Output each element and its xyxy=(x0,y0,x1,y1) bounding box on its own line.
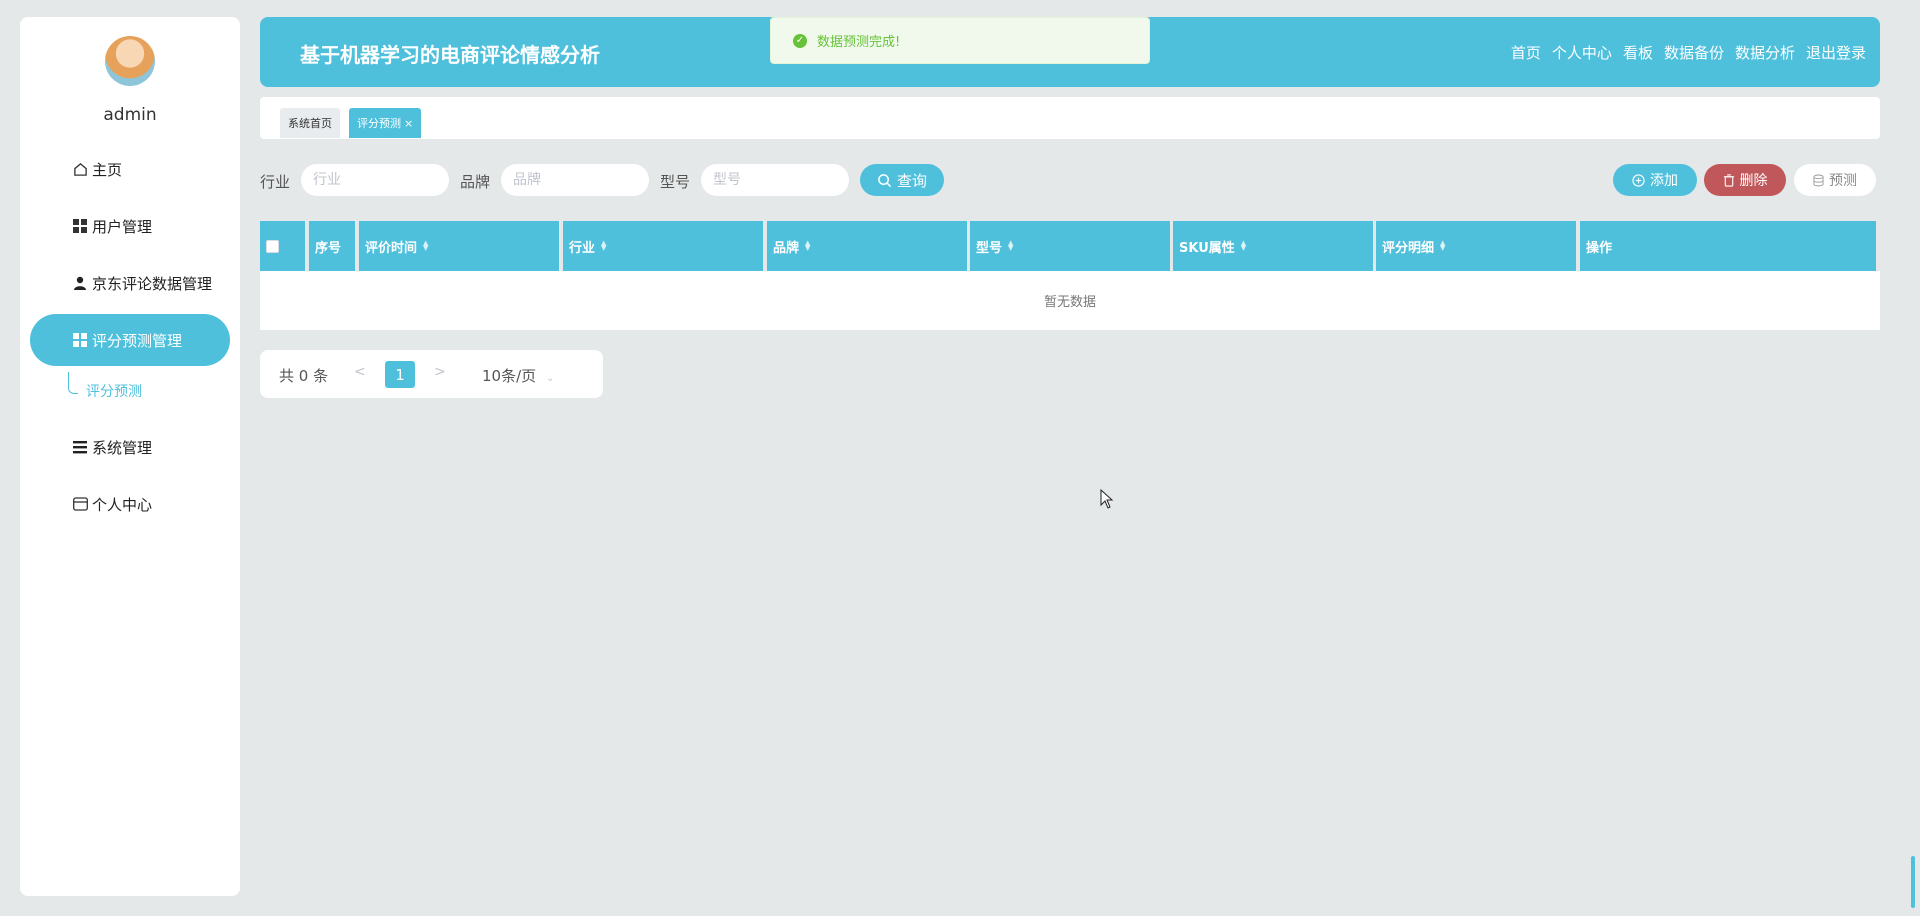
sidebar-item-label: 用户管理 xyxy=(92,217,153,236)
column-label: 操作 xyxy=(1586,240,1613,256)
sort-icon[interactable]: ▲ ▼ xyxy=(601,240,606,252)
column-label: 评分明细 xyxy=(1382,240,1435,256)
trash-icon xyxy=(1723,173,1734,187)
tabs-bar: 系统首页 评分预测 × xyxy=(260,97,1880,139)
sidebar-item-score-prediction[interactable]: 评分预测管理 xyxy=(30,314,230,366)
empty-text: 暂无数据 xyxy=(1043,295,1096,310)
column-label: SKU属性 xyxy=(1179,240,1235,256)
close-icon[interactable]: × xyxy=(404,117,413,130)
next-page-button[interactable]: > xyxy=(434,364,446,380)
sort-icon[interactable]: ▲ ▼ xyxy=(1440,240,1445,252)
app-title: 基于机器学习的电商评论情感分析 xyxy=(300,43,600,67)
table-header: 序号 评价时间 ▲ ▼ 行业 ▲ ▼ 品牌 ▲ ▼ 型号 ▲ ▼ SKU属性 ▲ ▼ xyxy=(260,221,1880,271)
avatar[interactable] xyxy=(105,36,155,86)
total-count: 共 0 条 xyxy=(279,367,329,385)
scrollbar-thumb[interactable] xyxy=(1911,856,1915,908)
card-icon xyxy=(72,496,88,512)
plus-circle-icon xyxy=(1632,173,1645,187)
page-size-select[interactable]: 10条/页 ⌄ xyxy=(482,365,555,386)
sort-icon[interactable]: ▲ ▼ xyxy=(1241,240,1246,252)
grid-icon xyxy=(72,218,88,234)
industry-input[interactable] xyxy=(301,164,449,196)
nav-profile[interactable]: 个人中心 xyxy=(1552,42,1612,63)
query-label: 查询 xyxy=(896,171,927,190)
sidebar-item-jd-comments[interactable]: 京东评论数据管理 xyxy=(30,257,230,309)
search-bar: 行业 品牌 型号 查询 添加 删除 预测 xyxy=(260,163,1880,197)
tab-system-home[interactable]: 系统首页 xyxy=(280,108,340,138)
tab-score-prediction[interactable]: 评分预测 × xyxy=(349,108,422,138)
person-icon xyxy=(72,275,88,291)
add-button[interactable]: 添加 xyxy=(1613,164,1697,196)
list-icon xyxy=(72,439,88,455)
grid-icon xyxy=(72,332,88,348)
model-input[interactable] xyxy=(701,164,849,196)
column-header-review-time[interactable]: 评价时间 ▲ ▼ xyxy=(359,221,559,271)
sidebar-item-user-management[interactable]: 用户管理 xyxy=(30,200,230,252)
column-label: 评价时间 xyxy=(365,240,418,256)
tab-label: 评分预测 xyxy=(357,117,401,130)
column-label: 序号 xyxy=(315,240,342,256)
column-header-index: 序号 xyxy=(309,221,355,271)
prev-page-button[interactable]: < xyxy=(354,364,366,380)
sidebar-item-label: 个人中心 xyxy=(92,495,153,514)
brand-input[interactable] xyxy=(501,164,649,196)
select-all-checkbox[interactable] xyxy=(266,239,279,253)
sort-icon[interactable]: ▲ ▼ xyxy=(423,240,428,252)
predict-button[interactable]: 预测 xyxy=(1794,164,1876,196)
pagination: 共 0 条 < 1 > 10条/页 ⌄ xyxy=(260,350,603,398)
chevron-down-icon: ⌄ xyxy=(546,373,555,384)
header-select-all xyxy=(260,221,305,271)
database-icon xyxy=(1813,174,1824,186)
nav-analysis[interactable]: 数据分析 xyxy=(1735,42,1795,63)
submenu-connector xyxy=(68,372,78,394)
username: admin xyxy=(103,105,157,125)
add-label: 添加 xyxy=(1650,173,1678,189)
column-label: 行业 xyxy=(569,240,596,256)
column-header-sku[interactable]: SKU属性 ▲ ▼ xyxy=(1173,221,1373,271)
sidebar-item-system[interactable]: 系统管理 xyxy=(30,421,230,473)
search-icon xyxy=(878,173,892,187)
sidebar-item-profile[interactable]: 个人中心 xyxy=(30,478,230,530)
nav-backup[interactable]: 数据备份 xyxy=(1664,42,1724,63)
sort-icon[interactable]: ▲ ▼ xyxy=(805,240,810,252)
table-empty-state: 暂无数据 xyxy=(260,271,1880,330)
sidebar-item-label: 评分预测管理 xyxy=(92,331,183,350)
column-header-actions: 操作 xyxy=(1580,221,1876,271)
submenu-item-score-prediction[interactable]: 评分预测 xyxy=(86,381,142,401)
sort-icon[interactable]: ▲ ▼ xyxy=(1008,240,1013,252)
query-button[interactable]: 查询 xyxy=(860,164,944,196)
nav-dashboard[interactable]: 看板 xyxy=(1623,42,1653,63)
mouse-cursor-icon xyxy=(1100,489,1114,509)
delete-button[interactable]: 删除 xyxy=(1704,164,1786,196)
column-header-industry[interactable]: 行业 ▲ ▼ xyxy=(563,221,763,271)
nav-logout[interactable]: 退出登录 xyxy=(1806,42,1866,63)
column-label: 型号 xyxy=(976,240,1003,256)
sidebar-item-label: 京东评论数据管理 xyxy=(92,274,213,293)
delete-label: 删除 xyxy=(1739,173,1768,189)
column-header-brand[interactable]: 品牌 ▲ ▼ xyxy=(767,221,967,271)
sidebar-item-label: 主页 xyxy=(92,160,123,179)
tab-label: 系统首页 xyxy=(288,117,332,130)
page-size-value: 10条/页 xyxy=(482,367,537,385)
app-root: admin 主页 用户管理 京东评论数据管理 评分预测管理 评分预测 系统管理 … xyxy=(0,0,1920,916)
top-nav: 首页 个人中心 看板 数据备份 数据分析 退出登录 xyxy=(1511,42,1866,63)
check-circle-icon: ✓ xyxy=(793,33,807,48)
home-icon xyxy=(72,161,88,177)
predict-label: 预测 xyxy=(1829,173,1857,189)
nav-home[interactable]: 首页 xyxy=(1511,42,1541,63)
sidebar-item-home[interactable]: 主页 xyxy=(30,143,230,195)
column-label: 品牌 xyxy=(773,240,800,256)
sidebar-item-label: 系统管理 xyxy=(92,438,153,457)
brand-label: 品牌 xyxy=(460,173,491,191)
page-number-1[interactable]: 1 xyxy=(385,361,415,388)
column-header-model[interactable]: 型号 ▲ ▼ xyxy=(970,221,1170,271)
sidebar: admin 主页 用户管理 京东评论数据管理 评分预测管理 评分预测 系统管理 … xyxy=(20,17,240,896)
success-toast: ✓ 数据预测完成! xyxy=(770,17,1150,64)
industry-label: 行业 xyxy=(260,173,291,191)
toast-message: 数据预测完成! xyxy=(817,35,901,50)
model-label: 型号 xyxy=(660,173,691,191)
column-header-score-detail[interactable]: 评分明细 ▲ ▼ xyxy=(1376,221,1576,271)
data-table: 序号 评价时间 ▲ ▼ 行业 ▲ ▼ 品牌 ▲ ▼ 型号 ▲ ▼ SKU属性 ▲ ▼ xyxy=(260,221,1880,330)
